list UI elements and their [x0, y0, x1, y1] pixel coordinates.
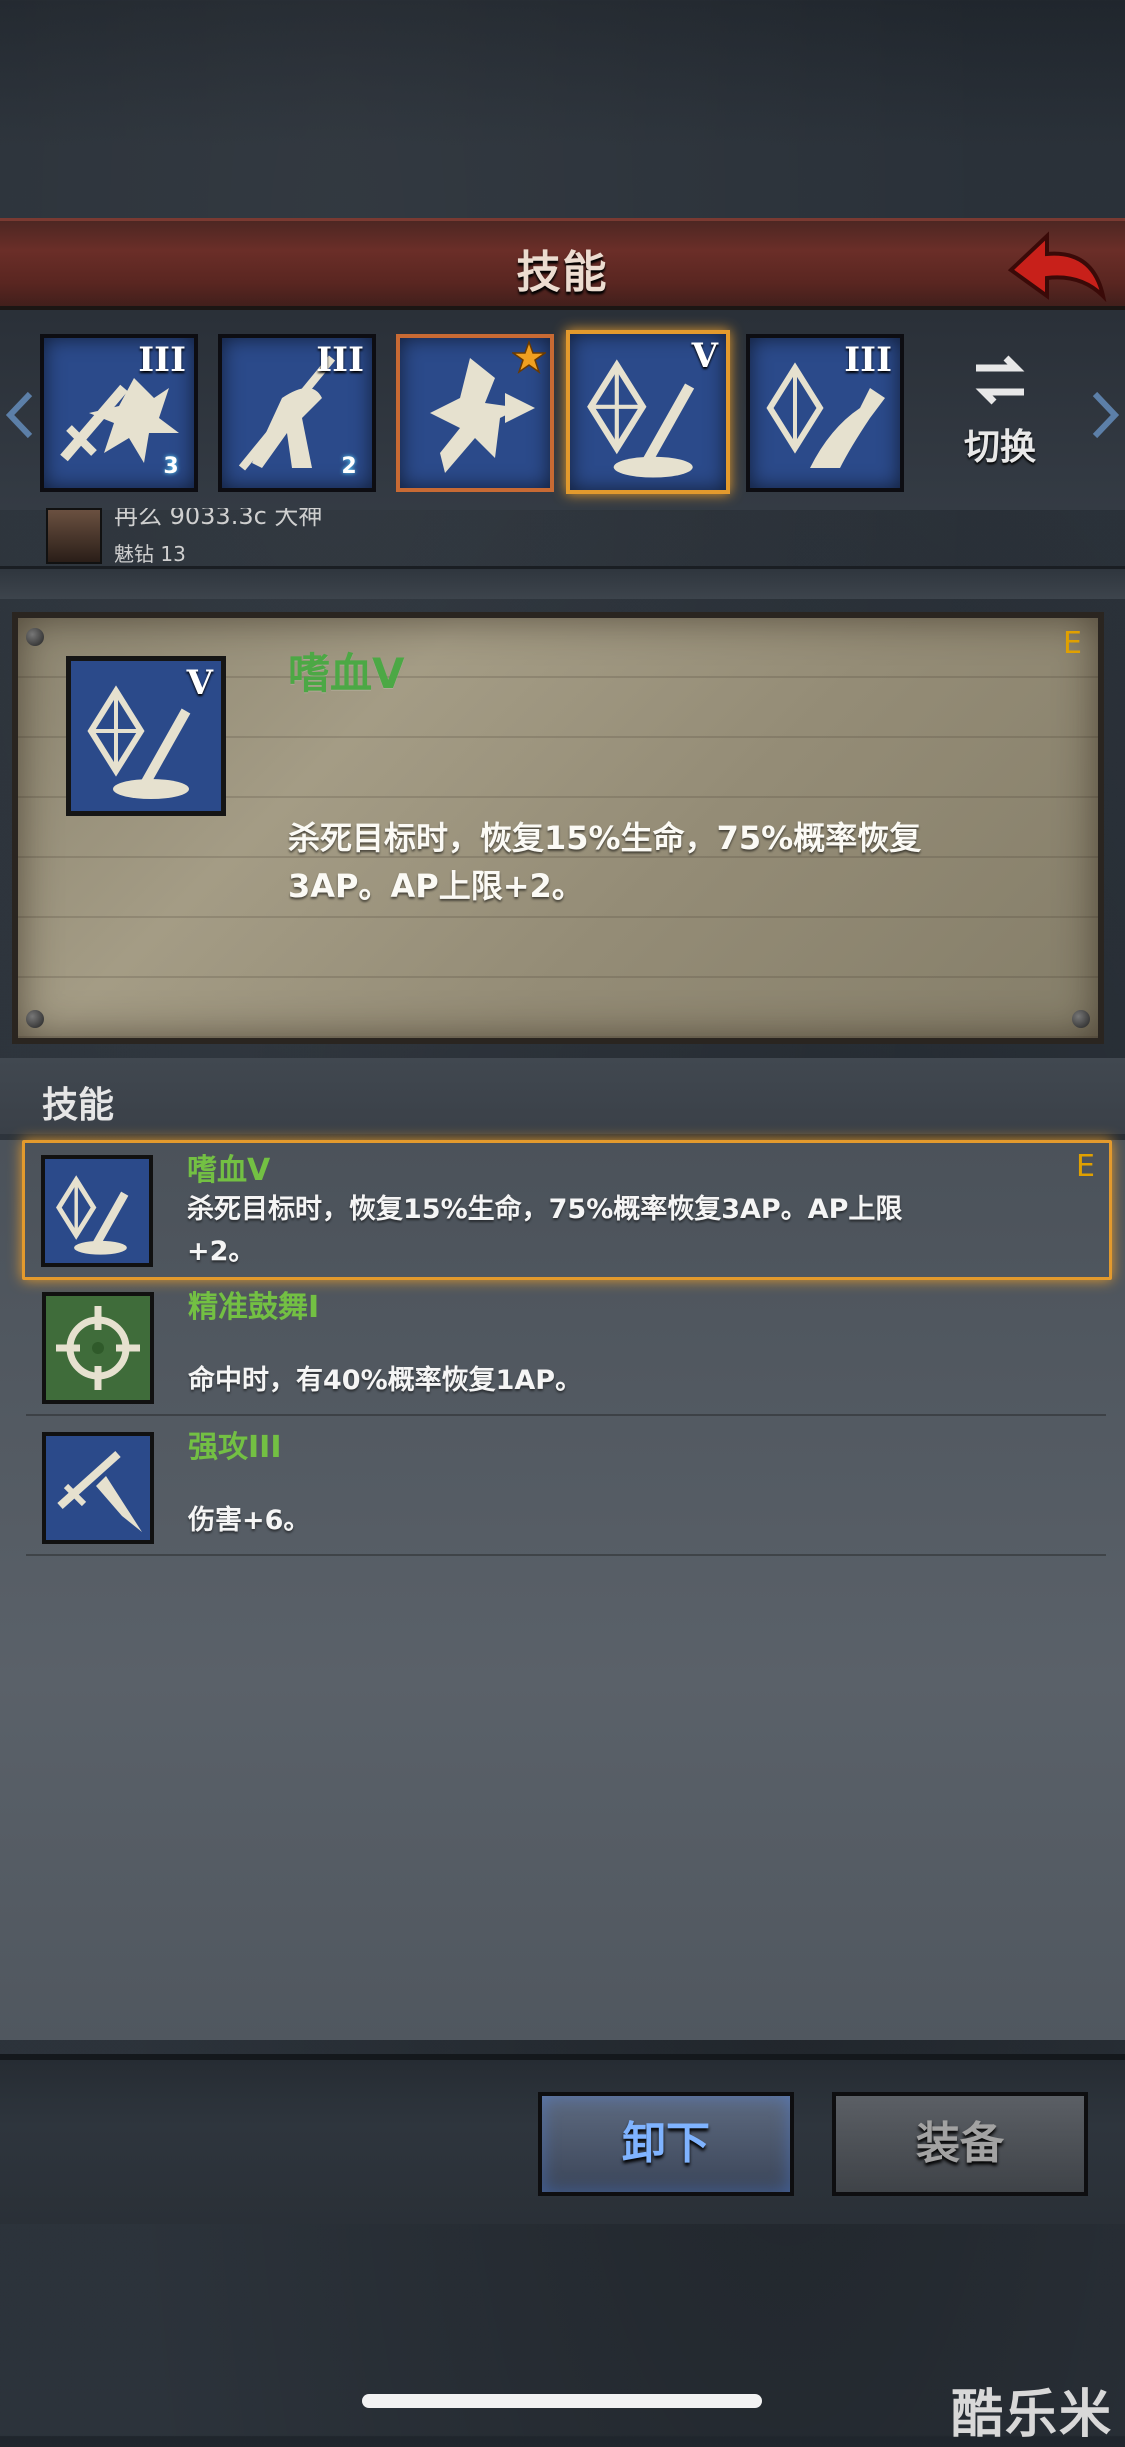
equip-button[interactable]: 装备 [832, 2092, 1088, 2196]
unequip-button[interactable]: 卸下 [538, 2092, 794, 2196]
skill-name: 强攻III [188, 1430, 282, 1465]
rivet-icon [26, 1010, 44, 1028]
slot-rank: III [138, 340, 186, 380]
back-arrow-icon [1007, 231, 1107, 303]
skill-detail-panel: V 嗜血V E 杀死目标时，恢复15%生命，75%概率恢复3AP。AP上限+2。 [12, 612, 1104, 1044]
skills-section-header: 技能 [0, 1058, 1125, 1134]
skill-slot-1[interactable]: III 3 [40, 334, 198, 492]
detail-rank: V [186, 663, 213, 703]
slot-rank: V [691, 336, 718, 376]
skill-list: 嗜血V 杀死目标时，恢复15%生命，75%概率恢复3AP。AP上限+2。 E 精… [0, 1140, 1125, 2040]
section-label: 技能 [42, 1085, 115, 1126]
skill-name: 精准鼓舞I [188, 1290, 320, 1325]
skill-icon [41, 1155, 153, 1267]
action-bar: 卸下 装备 [0, 2054, 1125, 2224]
avatar [46, 508, 102, 564]
crosshair-icon [56, 1306, 140, 1390]
skill-slot-2[interactable]: III 2 [218, 334, 376, 492]
gem-badge: 3 [163, 454, 179, 479]
list-item[interactable]: 精准鼓舞I 命中时，有40%概率恢复1AP。 [26, 1280, 1106, 1416]
swap-icon [975, 355, 1025, 405]
detail-description: 杀死目标时，恢复15%生命，75%概率恢复3AP。AP上限+2。 [288, 819, 922, 905]
slot-rank: III [316, 340, 364, 380]
skill-description: 命中时，有40%概率恢复1AP。 [188, 1365, 583, 1396]
skill-name: 嗜血V [187, 1153, 271, 1188]
grade-badge: E [1063, 626, 1082, 661]
skill-description: 伤害+6。 [188, 1505, 311, 1536]
skill-icon [42, 1432, 154, 1544]
list-item[interactable]: 嗜血V 杀死目标时，恢复15%生命，75%概率恢复3AP。AP上限+2。 E [22, 1140, 1112, 1280]
skill-slot-4[interactable]: V [566, 330, 730, 494]
divider [0, 566, 1125, 599]
hero-mini-row: 冉么 9033.3c 大神 魅钻 13 [46, 508, 1046, 564]
skill-description: 杀死目标时，恢复15%生命，75%概率恢复3AP。AP上限+2。 [187, 1194, 903, 1267]
crossed-swords-icon [57, 1451, 142, 1532]
home-indicator[interactable] [362, 2394, 762, 2408]
title-bar: 技能 [0, 218, 1125, 310]
back-button[interactable] [1003, 226, 1111, 306]
skill-slot-3[interactable] [396, 334, 554, 492]
grade-badge: E [1076, 1149, 1095, 1184]
skill-icon [42, 1292, 154, 1404]
prev-arrow-icon[interactable] [6, 390, 34, 440]
skill-slot-5[interactable]: III [746, 334, 904, 492]
equipped-skill-bar: III 3 III 2 V III 切换 [0, 310, 1125, 510]
hero-name: 冉么 9033.3c 大神 [114, 508, 323, 530]
detail-skill-icon: V [66, 656, 226, 816]
next-arrow-icon[interactable] [1091, 390, 1119, 440]
detail-title: 嗜血V [288, 649, 405, 698]
switch-button[interactable]: 切换 [950, 352, 1050, 472]
hero-sub: 魅钻 13 [114, 542, 186, 564]
switch-label: 切换 [963, 427, 1036, 468]
gem-badge: 2 [341, 454, 357, 479]
page-title: 技能 [516, 247, 609, 298]
star-icon [512, 340, 546, 374]
rivet-icon [26, 628, 44, 646]
slot-rank: III [844, 340, 892, 380]
list-item[interactable]: 强攻III 伤害+6。 [26, 1420, 1106, 1556]
rivet-icon [1072, 1010, 1090, 1028]
crystal-blade-icon [56, 1175, 129, 1255]
